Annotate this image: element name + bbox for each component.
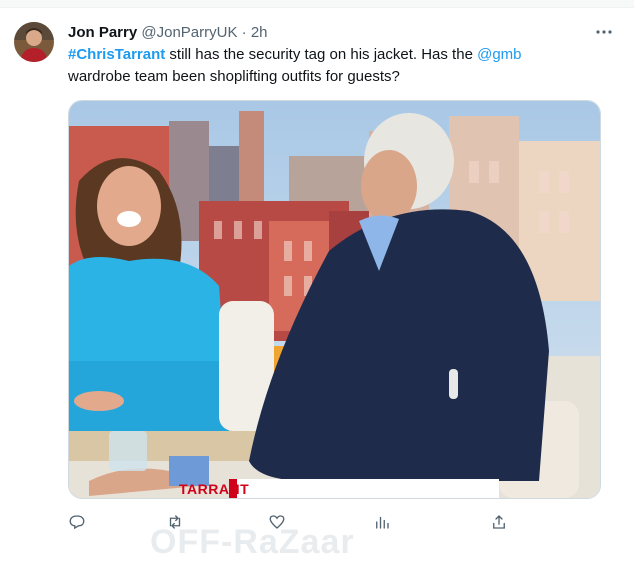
avatar-image (14, 22, 54, 62)
hashtag-link[interactable]: #ChrisTarrant (68, 46, 165, 63)
share-button[interactable] (490, 508, 508, 536)
background-watermark: OFF-RaZaar (150, 523, 355, 561)
views-button[interactable] (373, 508, 397, 536)
mention-link[interactable]: @gmb (477, 46, 521, 63)
tweet-photo[interactable]: TARRANT (68, 100, 601, 499)
more-options-icon[interactable] (592, 20, 616, 44)
lower-third-text: TARRANT (179, 481, 250, 497)
author-handle[interactable]: @JonParryUK (141, 24, 237, 41)
photo-scene (69, 101, 600, 498)
reply-icon (69, 515, 85, 530)
tweet-card[interactable]: Jon Parry @JonParryUK · 2h #ChrisTarrant… (0, 8, 634, 561)
tweet-text: #ChrisTarrant still has the security tag… (68, 44, 588, 88)
views-icon (376, 516, 389, 529)
reply-button[interactable] (68, 508, 86, 536)
tweet-time[interactable]: 2h (251, 24, 268, 41)
share-icon (493, 515, 505, 529)
tweet-text-part1: still has the security tag on his jacket… (165, 46, 478, 63)
tweet-header: Jon Parry @JonParryUK · 2h (68, 23, 604, 43)
header-separator: · (241, 24, 247, 41)
tweet-text-part2: wardrobe team been shoplifting outfits f… (68, 68, 400, 85)
author-name[interactable]: Jon Parry (68, 24, 137, 41)
top-divider (0, 0, 634, 8)
avatar[interactable] (14, 22, 54, 62)
